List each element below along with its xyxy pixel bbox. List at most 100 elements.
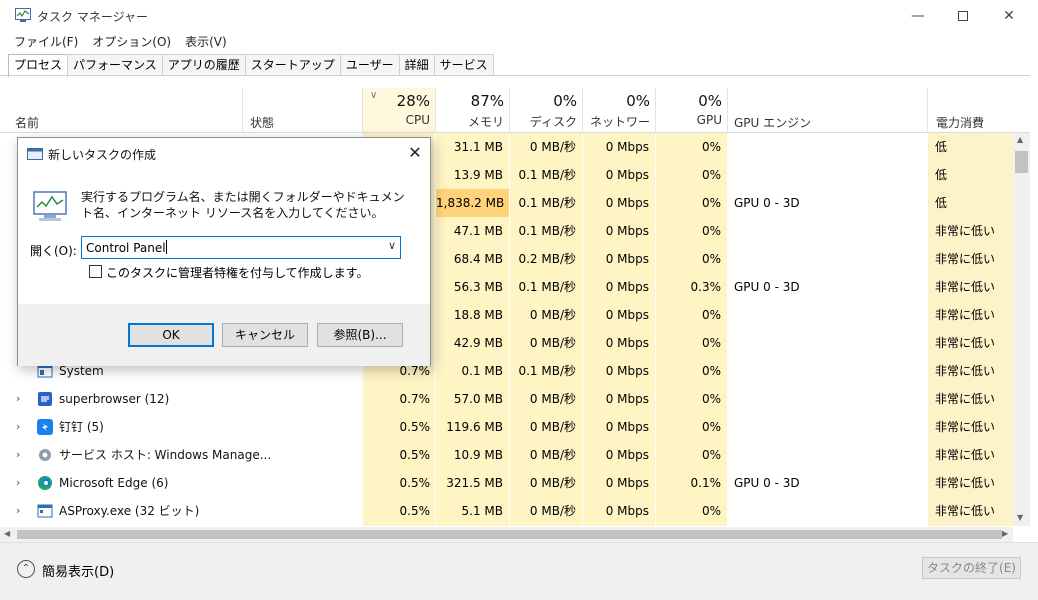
network-value: 0 Mbps [605, 308, 649, 322]
column-status[interactable]: 状態 [250, 114, 274, 131]
tab-startup[interactable]: スタートアップ [244, 54, 341, 75]
fewer-details-button[interactable]: 簡易表示(D) [42, 561, 114, 580]
disk-label: ディスク [529, 115, 577, 129]
cancel-button[interactable]: キャンセル [222, 323, 308, 347]
title-bar: タスク マネージャー — ✕ [0, 0, 1038, 31]
tab-processes[interactable]: プロセス [8, 54, 69, 77]
tab-app-history[interactable]: アプリの履歴 [161, 54, 246, 75]
tab-details[interactable]: 詳細 [398, 54, 435, 75]
disk-value: 0.1 MB/秒 [518, 224, 576, 238]
menu-file[interactable]: ファイル(F) [0, 31, 85, 51]
chevron-down-icon[interactable]: ∨ [388, 239, 396, 252]
end-task-button[interactable]: タスクの終了(E) [922, 557, 1021, 579]
horizontal-scrollbar[interactable]: ◀ ▶ [0, 527, 1013, 542]
vertical-scroll-thumb[interactable] [1015, 151, 1028, 173]
minimize-button[interactable]: — [895, 0, 941, 31]
disk-value: 0 MB/秒 [529, 140, 576, 154]
power-usage-value: 非常に低い [935, 252, 996, 266]
column-gpu-engine[interactable]: GPU エンジン [734, 114, 811, 131]
dialog-close-button[interactable]: ✕ [402, 142, 428, 164]
browser-icon [37, 391, 53, 407]
gpu-value: 0.1% [690, 476, 722, 490]
disk-value: 0.1 MB/秒 [518, 364, 576, 378]
column-network[interactable]: 0% ネットワーク [583, 88, 655, 146]
disk-value: 0 MB/秒 [529, 476, 576, 490]
power-usage-value: 非常に低い [935, 392, 996, 406]
process-name: 钉钉 (5) [59, 420, 104, 434]
disk-value: 0.2 MB/秒 [518, 252, 576, 266]
vertical-scrollbar[interactable]: ▲ ▼ [1013, 133, 1030, 526]
column-cpu[interactable]: 28% CPU [363, 88, 435, 132]
disk-value: 0 MB/秒 [529, 420, 576, 434]
column-disk[interactable]: 0% ディスク [510, 88, 582, 132]
expand-chevron-icon[interactable]: › [16, 385, 20, 413]
dialog-button-bar: OK キャンセル 参照(B)... [18, 304, 430, 366]
table-row[interactable]: › サービス ホスト: Windows Manage... 0.5% 10.9 MB 0… [0, 441, 1012, 469]
scroll-right-icon[interactable]: ▶ [1002, 529, 1008, 538]
expand-chevron-icon[interactable]: › [16, 469, 20, 497]
expand-chevron-icon[interactable]: › [16, 413, 20, 441]
column-name[interactable]: 名前 [15, 114, 39, 131]
minimize-icon: — [911, 7, 925, 24]
open-input[interactable]: Control Panel [86, 241, 166, 255]
column-separator [927, 88, 928, 132]
menu-options[interactable]: オプション(O) [85, 31, 178, 51]
edge-icon [37, 475, 53, 491]
process-name: superbrowser (12) [59, 392, 170, 406]
cpu-value: 0.5% [399, 476, 431, 490]
browse-button[interactable]: 参照(B)... [317, 323, 403, 347]
process-name: ASProxy.exe (32 ビット) [59, 504, 200, 518]
gpu-value: 0% [701, 168, 721, 182]
close-button[interactable]: ✕ [986, 0, 1032, 31]
admin-privileges-checkbox[interactable] [89, 265, 102, 278]
table-row[interactable]: › Microsoft Edge (6) 0.5% 321.5 MB 0 MB/秒 0 M… [0, 469, 1012, 497]
column-memory[interactable]: 87% メモリ [436, 88, 509, 132]
gpu-value: 0% [701, 392, 721, 406]
gpu-value: 0% [701, 252, 721, 266]
memory-value: 5.1 MB [461, 504, 503, 518]
admin-privileges-label[interactable]: このタスクに管理者特権を付与して作成します。 [106, 264, 368, 281]
network-value: 0 Mbps [605, 168, 649, 182]
tab-users[interactable]: ユーザー [339, 54, 400, 75]
task-manager-large-icon [33, 191, 67, 221]
network-value: 0 Mbps [605, 280, 649, 294]
network-value: 0 Mbps [605, 392, 649, 406]
cpu-value: 0.5% [399, 420, 431, 434]
process-name: Microsoft Edge (6) [59, 476, 169, 490]
expand-chevron-icon[interactable]: › [16, 441, 20, 469]
scroll-left-icon[interactable]: ◀ [4, 529, 10, 538]
open-input-wrapper[interactable]: Control Panel [86, 240, 167, 255]
scroll-down-icon[interactable]: ▼ [1017, 513, 1023, 522]
horizontal-scroll-thumb[interactable] [17, 530, 1002, 539]
dialog-title: 新しいタスクの作成 [48, 148, 157, 162]
expand-chevron-icon[interactable]: › [16, 497, 20, 525]
table-row[interactable]: › ASProxy.exe (32 ビット) 0.5% 5.1 MB 0 MB/秒 0 M… [0, 497, 1012, 525]
table-row[interactable]: › 钉钉 (5) 0.5% 119.6 MB 0 MB/秒 0 Mbps 0% 非常に低い [0, 413, 1012, 441]
column-separator [242, 88, 243, 132]
column-gpu[interactable]: 0% GPU [656, 88, 727, 132]
memory-value: 1,838.2 MB [436, 189, 509, 217]
task-manager-icon [15, 8, 31, 22]
menu-view[interactable]: 表示(V) [178, 31, 234, 51]
disk-value: 0.1 MB/秒 [518, 280, 576, 294]
table-row[interactable]: › superbrowser (12) 0.7% 57.0 MB 0 MB/秒 0 Mbp… [0, 385, 1012, 413]
tab-bar: プロセス パフォーマンス アプリの履歴 スタートアップ ユーザー 詳細 サービス [8, 54, 494, 77]
cpu-label: CPU [405, 113, 430, 127]
tab-performance[interactable]: パフォーマンス [67, 54, 163, 75]
network-value: 0 Mbps [605, 252, 649, 266]
open-combobox[interactable]: Control Panel ∨ [81, 236, 401, 259]
network-value: 0 Mbps [605, 476, 649, 490]
ok-button[interactable]: OK [128, 323, 214, 347]
gpu-value: 0% [701, 140, 721, 154]
tab-services[interactable]: サービス [433, 54, 494, 75]
cpu-total: 28% [396, 92, 430, 110]
disk-value: 0 MB/秒 [529, 448, 576, 462]
chevron-up-icon[interactable]: ⌃ [17, 560, 35, 578]
column-power-usage[interactable]: 電力消費 [936, 114, 984, 131]
scroll-up-icon[interactable]: ▲ [1017, 135, 1023, 144]
text-caret [165, 240, 167, 254]
power-usage-value: 低 [935, 140, 948, 154]
gpu-engine-value: GPU 0 - 3D [734, 196, 800, 210]
memory-value: 119.6 MB [446, 420, 503, 434]
maximize-button[interactable] [940, 0, 986, 31]
